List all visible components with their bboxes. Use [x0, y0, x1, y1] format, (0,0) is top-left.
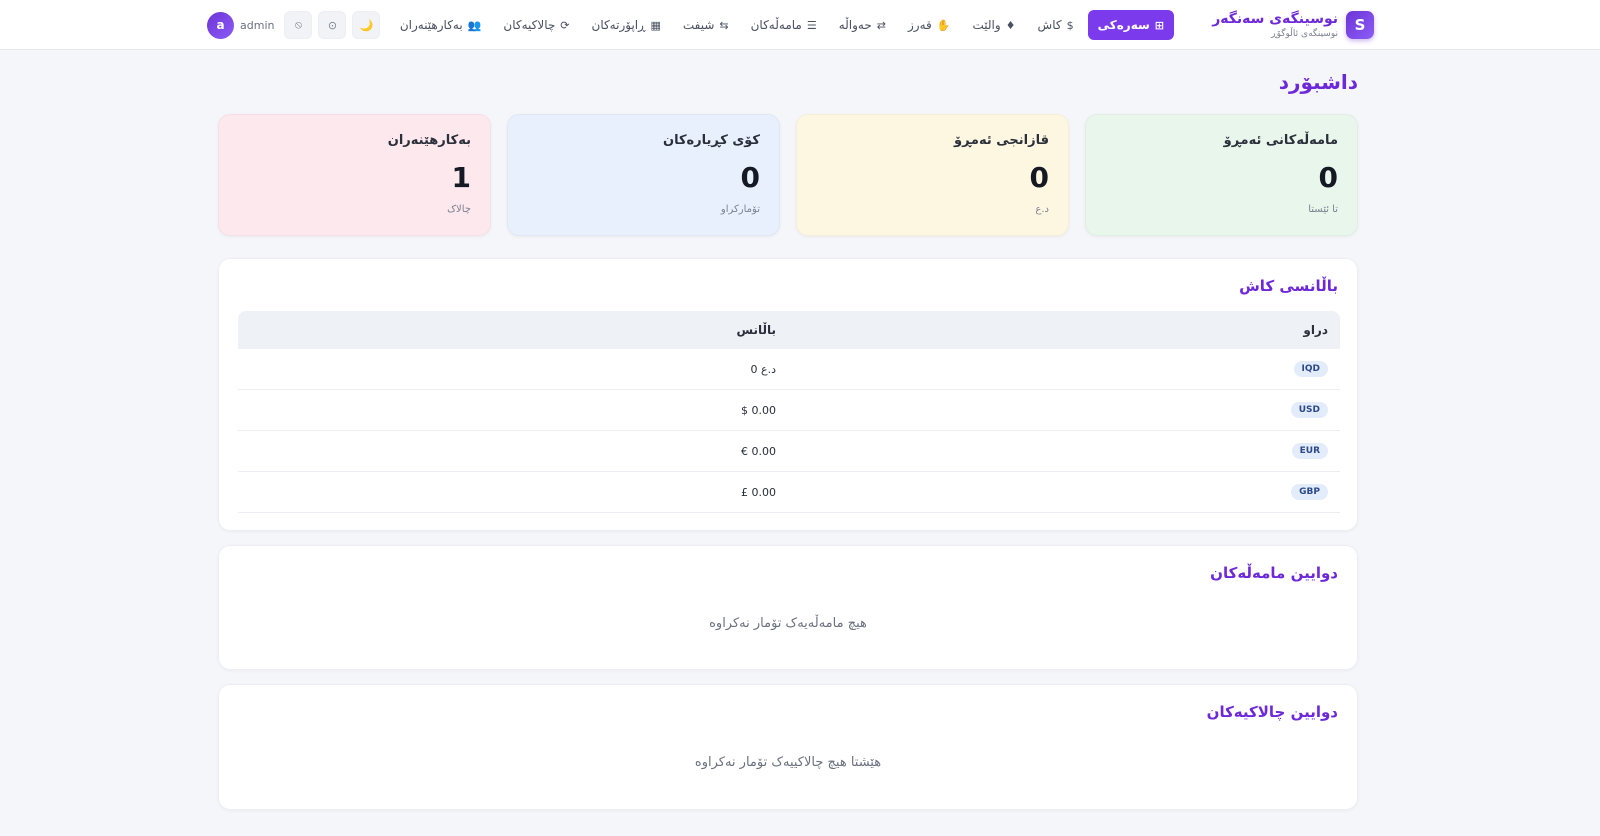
transfer-icon: ⇄: [876, 18, 886, 32]
main-nav: ⊞ سەرەکی $ کاش ♦ والێت ✋ قەرز ⇄ حەواڵە ☰…: [392, 10, 1174, 40]
nav-item-wallet[interactable]: ♦ والێت: [964, 10, 1023, 40]
nav-item-reports[interactable]: ▦ ڕاپۆرتەکان: [584, 10, 669, 40]
column-header-balance: باڵانس: [736, 323, 777, 337]
recent-activities-card: دوایین چالاکیەکان هێشتا هیچ چالاکییەک تۆ…: [218, 684, 1358, 810]
balance-value: $ 0.00: [741, 403, 776, 417]
nav-item-label: بەکارهێنەران: [399, 18, 463, 32]
page-title: داشبۆرد: [1278, 70, 1358, 94]
stats-row: مامەڵەکانی ئەمڕۆ 0 تا ئێستا قازانجی ئەمڕ…: [218, 114, 1358, 236]
stat-label: قازانجی ئەمڕۆ: [953, 133, 1049, 148]
nav-item-label: مامەڵەکان: [750, 18, 802, 32]
brand[interactable]: S نوسینگەی سەنگەر نوسینگەی ئاڵوگۆڕ: [1212, 8, 1374, 42]
stat-sub: تۆمارکراو: [720, 204, 760, 215]
nav-item-transactions[interactable]: ☰ مامەڵەکان: [743, 10, 825, 40]
nav-item-transfer[interactable]: ⇄ حەواڵە: [831, 10, 894, 40]
top-navbar: S نوسینگەی سەنگەر نوسینگەی ئاڵوگۆڕ ⊞ سەر…: [0, 0, 1600, 50]
recent-transactions-card: دوایین مامەڵەکان هیچ مامەڵەیەک تۆمار نەک…: [218, 545, 1358, 670]
balance-value: 0 د.ع: [750, 362, 776, 376]
avatar[interactable]: a: [207, 11, 234, 39]
stat-value: 1: [451, 161, 471, 194]
column-header-currency: دراو: [1303, 323, 1328, 337]
stat-label: مامەڵەکانی ئەمڕۆ: [1223, 133, 1338, 148]
stat-label: کۆی کڕیارەکان: [662, 133, 760, 148]
grid-icon: ⊞: [1154, 18, 1164, 32]
moon-icon[interactable]: 🌙: [352, 11, 381, 39]
stat-sub: د.ع: [1035, 204, 1049, 215]
card-title: دوایین چالاکیەکان: [1206, 703, 1338, 721]
list-icon: ☰: [806, 18, 817, 32]
stat-sub: تا ئێستا: [1308, 204, 1338, 215]
balance-value: € 0.00: [741, 444, 776, 458]
nav-item-label: کاش: [1037, 18, 1062, 32]
card-title: باڵانسی کاش: [1239, 277, 1338, 295]
nav-item-label: شیفت: [682, 18, 715, 32]
stat-value: 0: [740, 161, 760, 194]
stat-sub: چالاک: [447, 204, 471, 215]
empty-state-text: هێشتا هیچ چالاکییەک تۆمار نەکراوە: [694, 755, 882, 770]
nav-item-label: حەواڵە: [838, 18, 872, 32]
stat-card-today-transactions: مامەڵەکانی ئەمڕۆ 0 تا ئێستا: [1085, 114, 1358, 236]
stat-value: 0: [1318, 161, 1338, 194]
swap-icon: ⇆: [719, 18, 729, 32]
table-row: GBP £ 0.00: [238, 472, 1340, 513]
nav-item-label: سەرەکی: [1097, 18, 1150, 32]
diamond-icon: ♦: [1005, 18, 1016, 32]
refresh-icon: ⟳: [560, 18, 570, 32]
logout-icon[interactable]: ⦸: [284, 11, 313, 39]
currency-badge: GBP: [1291, 484, 1328, 500]
user-controls: a admin ⦸ ⊙ 🌙: [207, 11, 381, 39]
table-icon: ▦: [650, 18, 661, 32]
nav-item-activities[interactable]: ⟳ چالاکیەکان: [495, 10, 577, 40]
brand-text: نوسینگەی سەنگەر نوسینگەی ئاڵوگۆڕ: [1212, 11, 1338, 40]
username[interactable]: admin: [240, 19, 274, 32]
balance-value: £ 0.00: [741, 485, 776, 499]
nav-item-label: چالاکیەکان: [503, 18, 556, 32]
cash-balance-table: دراو باڵانس IQD 0 د.ع USD $ 0.00 EUR € 0…: [238, 311, 1340, 513]
nav-item-label: والێت: [972, 18, 1001, 32]
table-header: دراو باڵانس: [238, 311, 1340, 349]
brand-logo: S: [1346, 11, 1374, 39]
stat-card-today-profit: قازانجی ئەمڕۆ 0 د.ع: [796, 114, 1069, 236]
stat-card-total-customers: کۆی کڕیارەکان 0 تۆمارکراو: [507, 114, 780, 236]
currency-badge: EUR: [1291, 443, 1328, 459]
settings-icon[interactable]: ⊙: [318, 11, 347, 39]
table-row: EUR € 0.00: [238, 431, 1340, 472]
brand-subtitle: نوسینگەی ئاڵوگۆڕ: [1271, 28, 1338, 39]
dollar-icon: $: [1066, 18, 1074, 32]
nav-item-debt[interactable]: ✋ قەرز: [900, 10, 958, 40]
users-icon: 👥: [467, 18, 482, 32]
stat-label: بەکارهێنەران: [387, 133, 471, 148]
brand-name: نوسینگەی سەنگەر: [1212, 10, 1338, 27]
card-title: دوایین مامەڵەکان: [1210, 564, 1338, 582]
stat-card-users: بەکارهێنەران 1 چالاک: [218, 114, 491, 236]
nav-item-label: قەرز: [908, 18, 932, 32]
nav-item-home[interactable]: ⊞ سەرەکی: [1087, 10, 1174, 40]
table-row: USD $ 0.00: [238, 390, 1340, 431]
nav-item-users[interactable]: 👥 بەکارهێنەران: [392, 10, 490, 40]
nav-item-shift[interactable]: ⇆ شیفت: [675, 10, 737, 40]
stat-value: 0: [1029, 161, 1049, 194]
nav-item-cash[interactable]: $ کاش: [1030, 10, 1082, 40]
handshake-icon: ✋: [936, 18, 951, 32]
cash-balance-card: باڵانسی کاش دراو باڵانس IQD 0 د.ع USD $ …: [218, 258, 1358, 531]
currency-badge: IQD: [1293, 361, 1328, 377]
currency-badge: USD: [1290, 402, 1328, 418]
empty-state-text: هیچ مامەڵەیەک تۆمار نەکراوە: [709, 616, 867, 631]
table-row: IQD 0 د.ع: [238, 349, 1340, 390]
nav-item-label: ڕاپۆرتەکان: [591, 18, 646, 32]
